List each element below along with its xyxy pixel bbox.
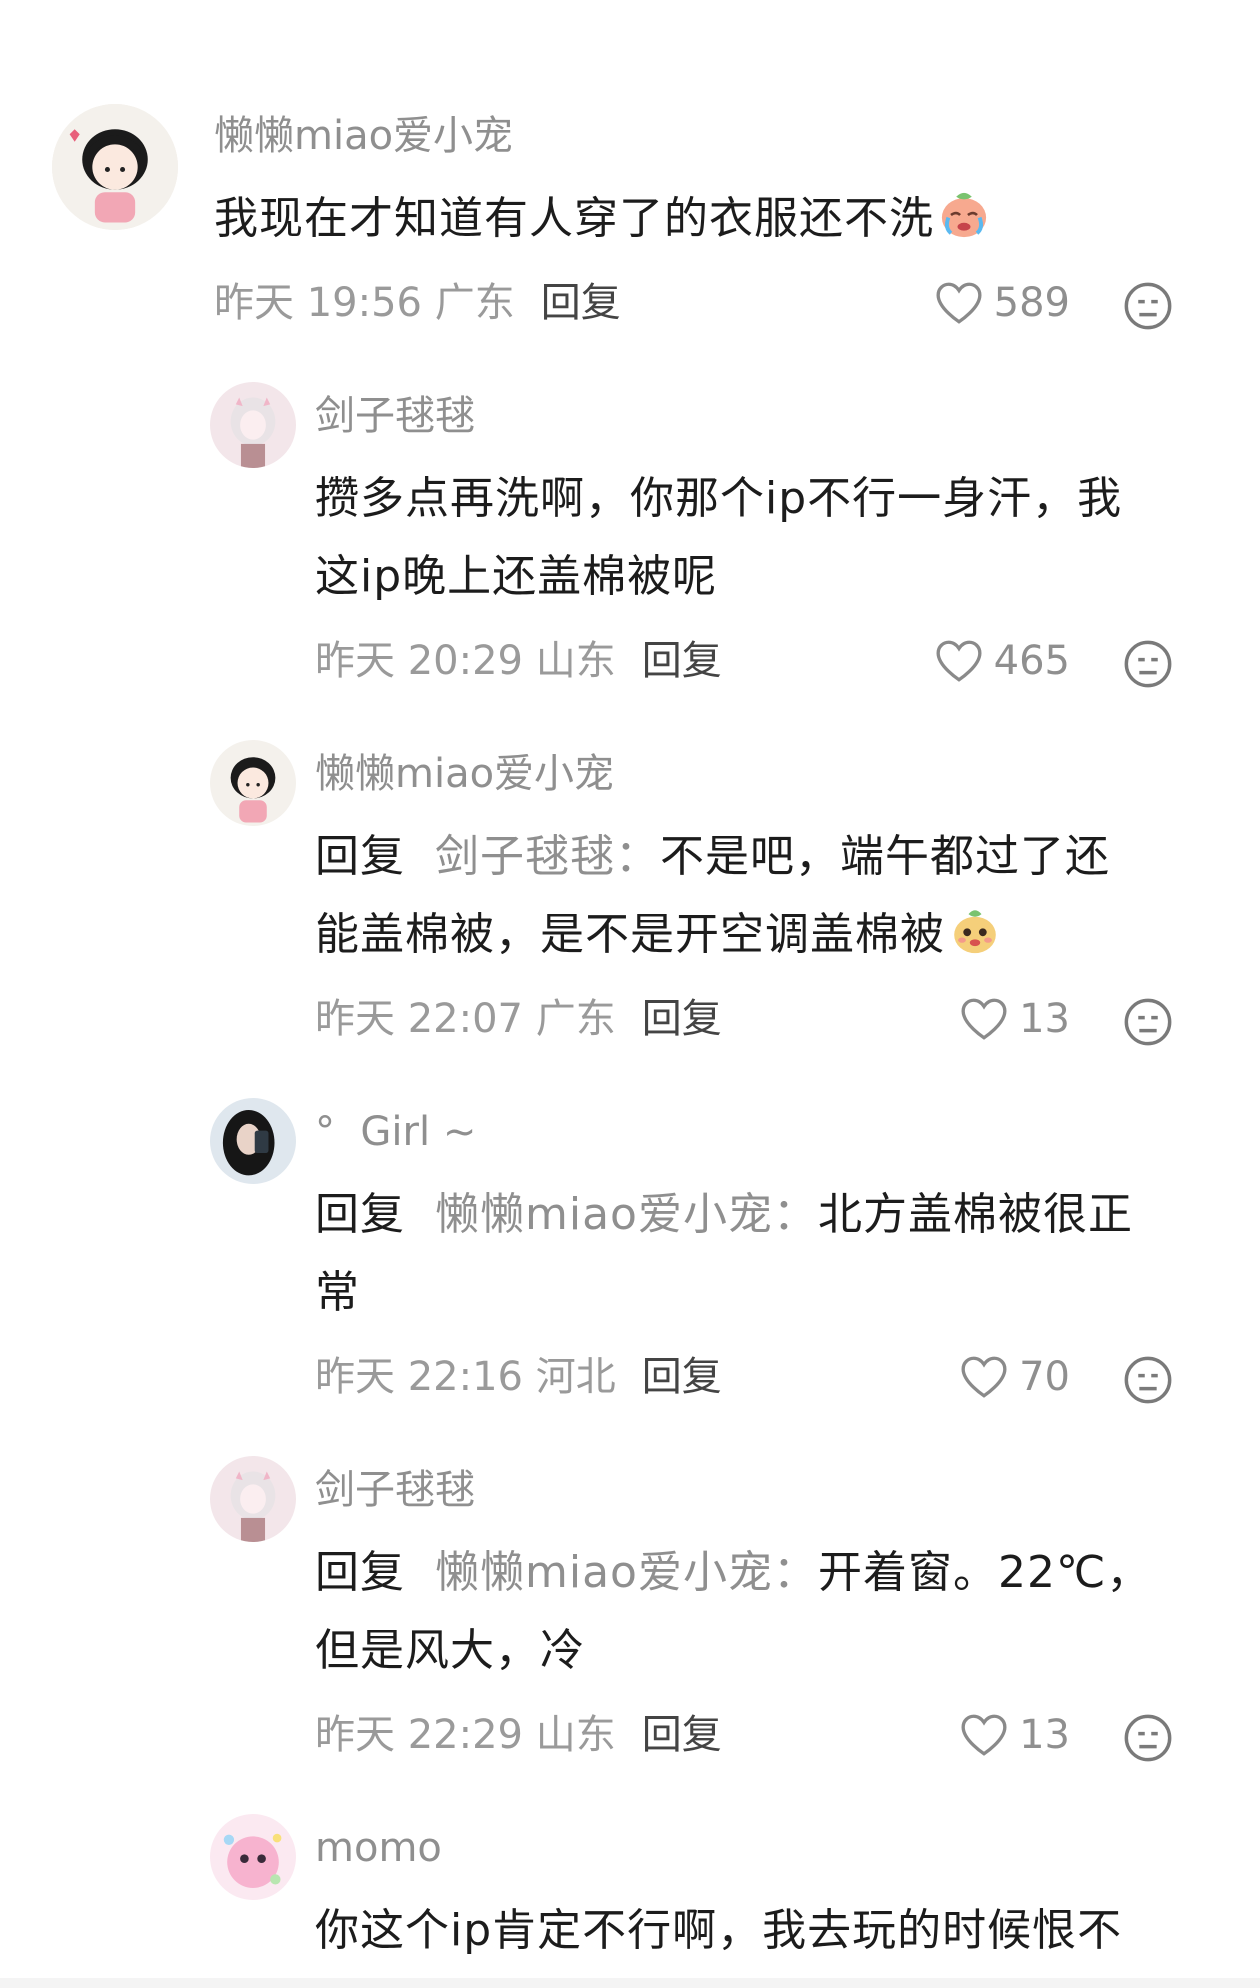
like-count: 589 xyxy=(993,280,1070,326)
like-count: 70 xyxy=(1019,1354,1070,1400)
avatar[interactable] xyxy=(210,1456,296,1542)
comment-line: 能盖棉被，是不是开空调盖棉被 xyxy=(315,909,945,960)
username[interactable]: 懒懒miao爱小宠 xyxy=(315,746,614,802)
comment-meta: 昨天 22:16 河北 回复 xyxy=(315,1349,722,1405)
anime-girl-avatar-icon xyxy=(210,1456,296,1542)
timestamp-location: 昨天 22:29 山东 xyxy=(315,1712,616,1758)
reply-button[interactable]: 回复 xyxy=(642,638,722,684)
username[interactable]: ° Girl ~ xyxy=(315,1104,476,1160)
reply-prefix: 回复 xyxy=(315,831,405,882)
like-count: 13 xyxy=(1019,1712,1070,1758)
dislike-face-icon[interactable] xyxy=(1122,1712,1174,1764)
timestamp-location: 昨天 22:07 广东 xyxy=(315,996,616,1042)
username[interactable]: 剑子毬毬 xyxy=(315,388,475,444)
comment-line: 你这个ip肯定不行啊，我去玩的时候恨不 xyxy=(315,1905,1123,1956)
comment-meta: 昨天 22:07 广东 回复 xyxy=(315,991,722,1047)
heart-icon xyxy=(961,1714,1007,1756)
crying-emoji-icon xyxy=(941,192,987,238)
avatar[interactable] xyxy=(210,382,296,468)
dislike-face-icon[interactable] xyxy=(1122,638,1174,690)
avatar[interactable] xyxy=(210,1098,296,1184)
comment-line: 但是风大，冷 xyxy=(315,1625,585,1676)
username[interactable]: momo xyxy=(315,1820,442,1876)
dislike-face-icon[interactable] xyxy=(1122,1354,1174,1406)
like-count: 13 xyxy=(1019,996,1070,1042)
comment-meta: 昨天 20:29 山东 回复 xyxy=(315,633,722,689)
reply-button[interactable]: 回复 xyxy=(642,1712,722,1758)
girl-avatar-icon xyxy=(52,104,178,230)
comment-text: 你这个ip肯定不行啊，我去玩的时候恨不 xyxy=(315,1892,1235,1970)
comment-text: 回复 懒懒miao爱小宠：北方盖棉被很正 常 xyxy=(315,1176,1215,1332)
like-count: 465 xyxy=(993,638,1070,684)
comment-line: 这ip晚上还盖棉被呢 xyxy=(315,551,718,602)
avatar[interactable] xyxy=(210,1814,296,1900)
like-button[interactable]: 70 xyxy=(900,1349,1070,1405)
reply-button[interactable]: 回复 xyxy=(642,1354,722,1400)
anime-girl-avatar-icon xyxy=(210,382,296,468)
like-button[interactable]: 13 xyxy=(900,991,1070,1047)
reply-button[interactable]: 回复 xyxy=(541,280,621,326)
pink-creature-avatar-icon xyxy=(210,1814,296,1900)
like-button[interactable]: 465 xyxy=(900,633,1070,689)
comment-line: 我现在才知道有人穿了的衣服还不洗 xyxy=(214,193,934,244)
heart-icon xyxy=(936,640,982,682)
comment-meta: 昨天 19:56 广东 回复 xyxy=(214,275,621,331)
comment-line: 开着窗。22℃， xyxy=(817,1547,1152,1598)
comment-line: 不是吧，端午都过了还 xyxy=(659,831,1110,882)
reply-prefix: 回复 xyxy=(315,1189,405,1240)
bottom-divider xyxy=(0,1978,1260,1988)
heart-icon xyxy=(961,998,1007,1040)
heart-icon xyxy=(936,282,982,324)
comment-text: 攒多点再洗啊，你那个ip不行一身汗，我 这ip晚上还盖棉被呢 xyxy=(315,460,1215,616)
like-button[interactable]: 13 xyxy=(900,1707,1070,1763)
comment-line: 北方盖棉被很正 xyxy=(817,1189,1133,1240)
timestamp-location: 昨天 20:29 山东 xyxy=(315,638,616,684)
girl-avatar-icon xyxy=(210,740,296,826)
comment-line: 常 xyxy=(315,1267,360,1318)
reply-target-user[interactable]: 懒懒miao爱小宠： xyxy=(435,1189,818,1240)
reply-target-user[interactable]: 剑子毬毬： xyxy=(435,831,660,882)
comment-meta: 昨天 22:29 山东 回复 xyxy=(315,1707,722,1763)
reply-prefix: 回复 xyxy=(315,1547,405,1598)
avatar[interactable] xyxy=(210,740,296,826)
timestamp-location: 昨天 19:56 广东 xyxy=(214,280,515,326)
dislike-face-icon[interactable] xyxy=(1122,996,1174,1048)
smiling-emoji-icon xyxy=(954,910,996,954)
reply-button[interactable]: 回复 xyxy=(642,996,722,1042)
username[interactable]: 懒懒miao爱小宠 xyxy=(214,108,513,164)
heart-icon xyxy=(961,1356,1007,1398)
comment-text: 回复 懒懒miao爱小宠：开着窗。22℃， 但是风大，冷 xyxy=(315,1534,1215,1690)
avatar[interactable] xyxy=(52,104,178,230)
reply-target-user[interactable]: 懒懒miao爱小宠： xyxy=(435,1547,818,1598)
dislike-face-icon[interactable] xyxy=(1122,280,1174,332)
selfie-avatar-icon xyxy=(210,1098,296,1184)
comment-text: 我现在才知道有人穿了的衣服还不洗 xyxy=(214,180,1174,258)
like-button[interactable]: 589 xyxy=(900,275,1070,331)
comment-line: 攒多点再洗啊，你那个ip不行一身汗，我 xyxy=(315,473,1123,524)
comment-text: 回复 剑子毬毬：不是吧，端午都过了还 能盖棉被，是不是开空调盖棉被 xyxy=(315,818,1215,974)
timestamp-location: 昨天 22:16 河北 xyxy=(315,1354,616,1400)
username[interactable]: 剑子毬毬 xyxy=(315,1462,475,1518)
